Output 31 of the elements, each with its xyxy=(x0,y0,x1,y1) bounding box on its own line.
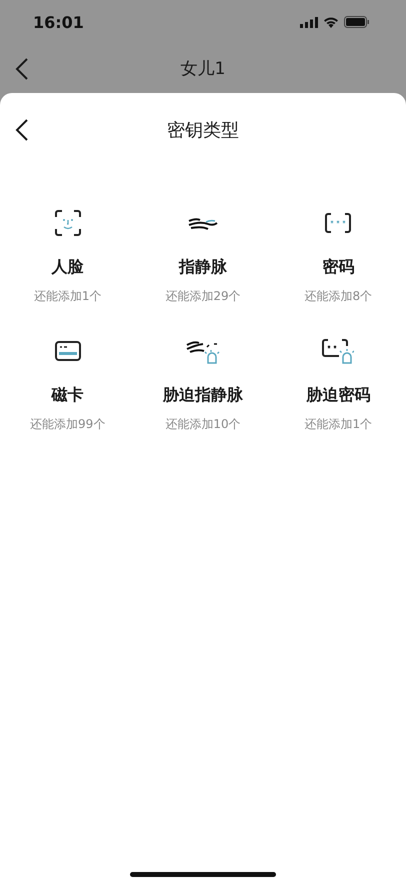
back-icon[interactable] xyxy=(15,58,29,80)
key-type-name: 密码 xyxy=(322,257,354,278)
remaining-count: 还能添加1个 xyxy=(34,288,102,305)
key-type-option[interactable]: 指静脉 还能添加29个 xyxy=(135,207,271,305)
key-type-option[interactable]: 胁迫指静脉 还能添加10个 xyxy=(135,335,271,433)
password-alarm-icon xyxy=(322,338,354,364)
key-type-option[interactable]: 密码 还能添加8个 xyxy=(270,207,406,305)
vein-icon xyxy=(188,216,218,230)
card-icon xyxy=(54,341,81,361)
key-type-name: 胁迫密码 xyxy=(306,385,370,406)
page-title: 女儿1 xyxy=(180,58,226,80)
key-type-name: 人脸 xyxy=(52,257,84,278)
key-type-name: 胁迫指静脉 xyxy=(162,385,243,406)
back-icon[interactable] xyxy=(15,119,29,141)
remaining-count: 还能添加99个 xyxy=(30,416,106,433)
password-icon xyxy=(325,213,352,233)
key-type-name: 磁卡 xyxy=(52,385,84,406)
signal-icon xyxy=(300,16,318,28)
remaining-count: 还能添加10个 xyxy=(165,416,241,433)
status-time: 16:01 xyxy=(33,12,84,32)
remaining-count: 还能添加29个 xyxy=(165,288,241,305)
key-type-option[interactable]: 磁卡 还能添加99个 xyxy=(0,335,136,433)
key-type-option[interactable]: 胁迫密码 还能添加1个 xyxy=(270,335,406,433)
wifi-icon xyxy=(323,16,339,28)
sheet-title: 密钥类型 xyxy=(167,119,239,142)
key-type-option[interactable]: 人脸 还能添加1个 xyxy=(0,207,136,305)
face-scan-icon xyxy=(54,210,81,236)
key-type-name: 指静脉 xyxy=(178,257,227,278)
battery-icon xyxy=(344,16,370,28)
remaining-count: 还能添加8个 xyxy=(304,288,372,305)
remaining-count: 还能添加1个 xyxy=(304,416,372,433)
